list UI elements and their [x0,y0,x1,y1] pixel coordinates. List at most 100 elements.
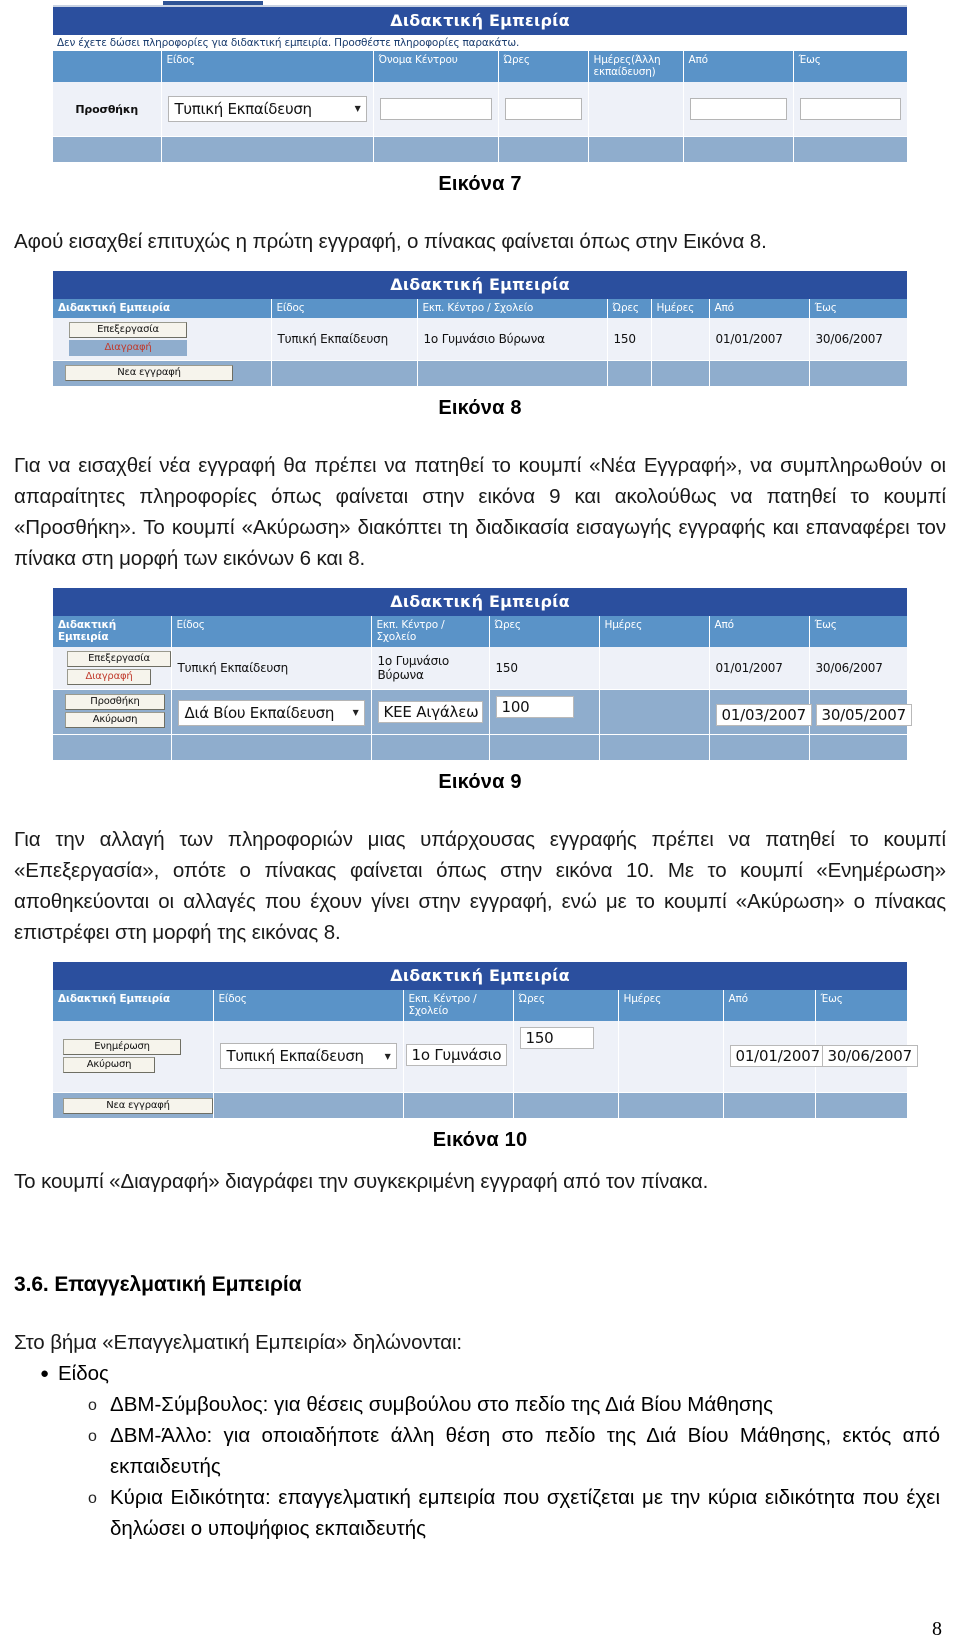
bullet-item-dvm-symvoulos: ΔΒΜ-Σύμβουλος: για θέσεις συμβούλου στο … [110,1393,773,1416]
list-item: ● Είδος o ΔΒΜ-Σύμβουλος: για θέσεις συμβ… [40,1358,946,1544]
fig7-apo-input[interactable] [689,97,787,120]
fig7-ores-input[interactable] [504,97,582,120]
figure-7-screenshot: Διδακτική Εμπειρία Δεν έχετε δώσει πληρο… [53,0,908,163]
fig10-update-button[interactable]: Ενημέρωση [63,1039,181,1056]
fig9-kentro-input[interactable]: ΚΕΕ Αιγάλεω [377,700,483,723]
fig8-imeres-value [651,317,710,361]
fig9-cancel-button[interactable]: Ακύρωση [65,711,165,728]
fig8-eidos-value: Τυπική Εκπαίδευση [271,317,418,361]
fig10-col-eidos: Είδος [213,989,404,1021]
fig10-footer-cell-7 [815,1092,908,1119]
fig9-footer-cell-3 [371,734,490,761]
fig7-col-actions [53,51,162,82]
fig10-ores-input[interactable]: 150 [519,1026,594,1049]
fig7-table: Είδος Όνομα Κέντρου Ώρες Ημέρες(Άλλη εκπ… [53,51,908,163]
fig7-input-row: Προσθήκη Τυπική Εκπαίδευση ▼ [53,82,908,137]
fig7-eidos-value: Τυπική Εκπαίδευση [174,99,313,118]
fig9-apo-input[interactable]: 01/03/2007 [715,703,812,726]
fig10-eidos-select[interactable]: Τυπική Εκπαίδευση ▼ [219,1043,397,1070]
fig8-col-didaktiki: Διδακτική Εμπειρία [53,298,272,318]
fig8-footer-row: Νεα εγγραφή [53,360,908,387]
fig10-new-record-button[interactable]: Νεα εγγραφή [63,1097,213,1114]
fig7-add-label[interactable]: Προσθήκη [75,103,138,116]
fig10-edit-row: Ενημέρωση Ακύρωση Τυπική Εκπαίδευση ▼ 1ο… [53,1020,918,1093]
fig9-footer-row [53,734,908,761]
fig10-header-row: Διδακτική Εμπειρία Είδος Εκπ. Κέντρο / Σ… [53,989,908,1021]
fig9-eos-input[interactable]: 30/05/2007 [815,703,912,726]
fig7-footer-cell-6 [683,136,794,163]
fig7-eos-input[interactable] [799,97,901,120]
fig7-col-apo: Από [683,51,794,82]
fig10-kentro-input[interactable]: 1ο Γυμνάσιο [405,1043,507,1066]
fig8-ores-value: 150 [607,317,652,361]
bullet-item-dvm-allo: ΔΒΜ-Άλλο: για οποιαδήποτε άλλη θέση στο … [110,1424,940,1478]
fig10-imeres-cell [618,1020,724,1093]
fig9-ores-cell: 100 [489,689,600,735]
fig8-apo-value: 01/01/2007 [709,317,810,361]
fig7-col-eos: Έως [793,51,908,82]
fig9-eidos-cell: Διά Βίου Εκπαίδευση ▼ [171,689,372,735]
fig9-edit-button[interactable]: Επεξεργασία [67,650,171,667]
fig8-col-kentro: Εκπ. Κέντρο / Σχολείο [417,298,608,318]
fig8-table: Διδακτική Εμπειρία Είδος Εκπ. Κέντρο / Σ… [53,298,908,387]
fig7-kentro-input[interactable] [379,97,492,120]
chevron-down-icon: ▼ [354,104,361,114]
fig10-edit-actions: Ενημέρωση Ακύρωση [53,1020,214,1093]
fig7-col-ores: Ώρες [498,51,589,82]
fig9-imeres-value [599,646,710,690]
paragraph-5: Στο βήμα «Επαγγελματική Εμπειρία» δηλώνο… [14,1331,463,1354]
fig9-col-eidos: Είδος [171,615,372,647]
fig9-col-didaktiki: Διδακτική Εμπειρία [53,615,172,647]
fig7-title-bar: Διδακτική Εμπειρία [53,7,907,35]
fig9-eidos-select[interactable]: Διά Βίου Εκπαίδευση ▼ [177,699,365,726]
fig9-record-actions: Επεξεργασία Διαγραφή [53,646,172,690]
fig9-kentro-value: 1ο Γυμνάσιο Βύρωνα [371,646,490,690]
fig9-ores-input[interactable]: 100 [495,695,574,718]
fig7-action-cell: Προσθήκη [53,82,162,137]
fig9-footer-cell-1 [53,734,172,761]
fig10-footer-cell-5 [618,1092,724,1119]
fig10-footer-actions: Νεα εγγραφή [53,1092,214,1119]
fig8-delete-button[interactable]: Διαγραφή [69,339,187,356]
fig7-eidos-select[interactable]: Τυπική Εκπαίδευση ▼ [167,95,367,122]
fig10-apo-input[interactable]: 01/01/2007 [729,1045,826,1068]
fig7-kentro-cell [373,82,499,137]
fig10-title-bar: Διδακτική Εμπειρία [53,961,907,990]
chevron-down-icon: ▼ [384,1051,391,1061]
fig8-new-record-button[interactable]: Νεα εγγραφή [65,365,233,381]
fig7-notice-text: Δεν έχετε δώσει πληροφορίες για διδακτικ… [53,35,907,51]
fig7-eos-cell [793,82,908,137]
fig9-table: Διδακτική Εμπειρία Είδος Εκπ. Κέντρο / Σ… [53,615,912,761]
fig9-title-bar: Διδακτική Εμπειρία [53,587,907,616]
fig9-eos-value: 30/06/2007 [809,646,908,690]
fig10-eos-input[interactable]: 30/06/2007 [821,1045,918,1068]
fig8-col-imeres: Ημέρες [651,298,710,318]
fig7-footer-cell-1 [53,136,162,163]
fig10-cancel-button[interactable]: Ακύρωση [63,1057,155,1074]
fig8-edit-button[interactable]: Επεξεργασία [69,321,187,338]
fig7-col-imeres: Ημέρες(Άλλη εκπαίδευση) [588,51,684,82]
fig9-col-kentro: Εκπ. Κέντρο / Σχολείο [371,615,490,647]
figure-7-caption: Εικόνα 7 [438,172,522,195]
bullet-label-eidos: Είδος [58,1362,109,1385]
figure-10-screenshot: Διδακτική Εμπειρία Διδακτική Εμπειρία Εί… [53,961,918,1119]
fig9-footer-cell-6 [709,734,810,761]
fig9-delete-button[interactable]: Διαγραφή [67,668,151,685]
fig10-col-imeres: Ημέρες [618,989,724,1021]
fig7-footer-cell-7 [793,136,908,163]
fig9-eidos-select-value: Διά Βίου Εκπαίδευση [184,703,335,722]
fig9-footer-cell-4 [489,734,600,761]
bullet-list-level-1: ● Είδος o ΔΒΜ-Σύμβουλος: για θέσεις συμβ… [14,1358,946,1544]
fig10-footer-cell-2 [213,1092,404,1119]
fig8-footer-cell-7 [809,360,908,387]
fig8-title-bar: Διδακτική Εμπειρία [53,270,907,299]
fig8-record-actions: Επεξεργασία Διαγραφή [53,317,272,361]
fig8-col-apo: Από [709,298,810,318]
fig9-footer-cell-2 [171,734,372,761]
bullet-item-kyria-eidikotita: Κύρια Ειδικότητα: επαγγελματική εμπειρία… [110,1486,940,1540]
fig9-add-button[interactable]: Προσθήκη [65,693,165,710]
fig10-eidos-cell: Τυπική Εκπαίδευση ▼ [213,1020,404,1093]
list-item: o ΔΒΜ-Σύμβουλος: για θέσεις συμβούλου στ… [88,1389,946,1420]
paragraph-4: Το κουμπί «Διαγραφή» διαγράφει την συγκε… [14,1170,709,1193]
fig7-header-row: Είδος Όνομα Κέντρου Ώρες Ημέρες(Άλλη εκπ… [53,51,908,82]
